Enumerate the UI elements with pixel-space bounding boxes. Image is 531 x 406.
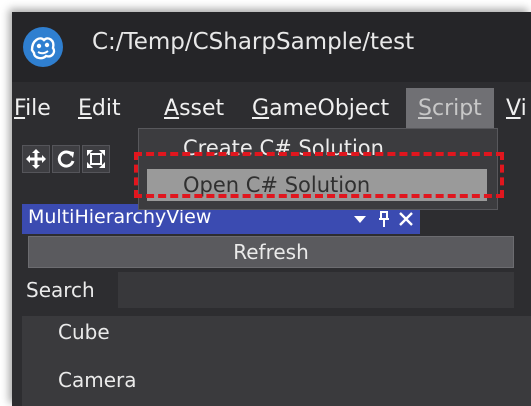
tab-menu-arrow-icon[interactable] — [350, 209, 370, 229]
hierarchy-tree: Cube Camera — [22, 316, 531, 406]
search-input[interactable] — [118, 272, 514, 308]
title-bar: C:/Temp/CSharpSample/test — [12, 12, 531, 82]
move-icon — [26, 149, 46, 169]
move-tool-button[interactable] — [22, 145, 50, 173]
tree-item-cube[interactable]: Cube — [58, 320, 110, 344]
search-label: Search — [26, 278, 95, 302]
scale-tool-button[interactable] — [82, 145, 110, 173]
menu-asset[interactable]: Asset — [164, 88, 224, 130]
rotate-tool-button[interactable] — [52, 145, 80, 173]
rotate-icon — [57, 150, 75, 168]
app-window: C:/Temp/CSharpSample/test File Edit Asse… — [12, 12, 531, 406]
menu-view[interactable]: Vi — [506, 88, 527, 130]
multi-hierarchy-panel: MultiHierarchyView Refresh Search Cube C… — [22, 204, 531, 406]
menu-edit[interactable]: Edit — [78, 88, 121, 130]
menu-gameobject[interactable]: GameObject — [252, 88, 389, 130]
refresh-button[interactable]: Refresh — [28, 236, 514, 268]
menu-script[interactable]: Script — [406, 88, 494, 130]
tree-item-camera[interactable]: Camera — [58, 368, 137, 392]
annotation-highlight-box — [134, 152, 504, 198]
window-title: C:/Temp/CSharpSample/test — [92, 29, 415, 55]
panel-body: Refresh Search Cube Camera — [22, 234, 531, 406]
app-logo-icon — [23, 27, 63, 67]
scale-icon — [87, 150, 105, 168]
menu-file[interactable]: File — [14, 88, 51, 130]
pin-icon[interactable] — [374, 209, 394, 229]
menu-bar: File Edit Asset GameObject Script Vi — [12, 88, 531, 130]
close-icon[interactable] — [396, 209, 416, 229]
